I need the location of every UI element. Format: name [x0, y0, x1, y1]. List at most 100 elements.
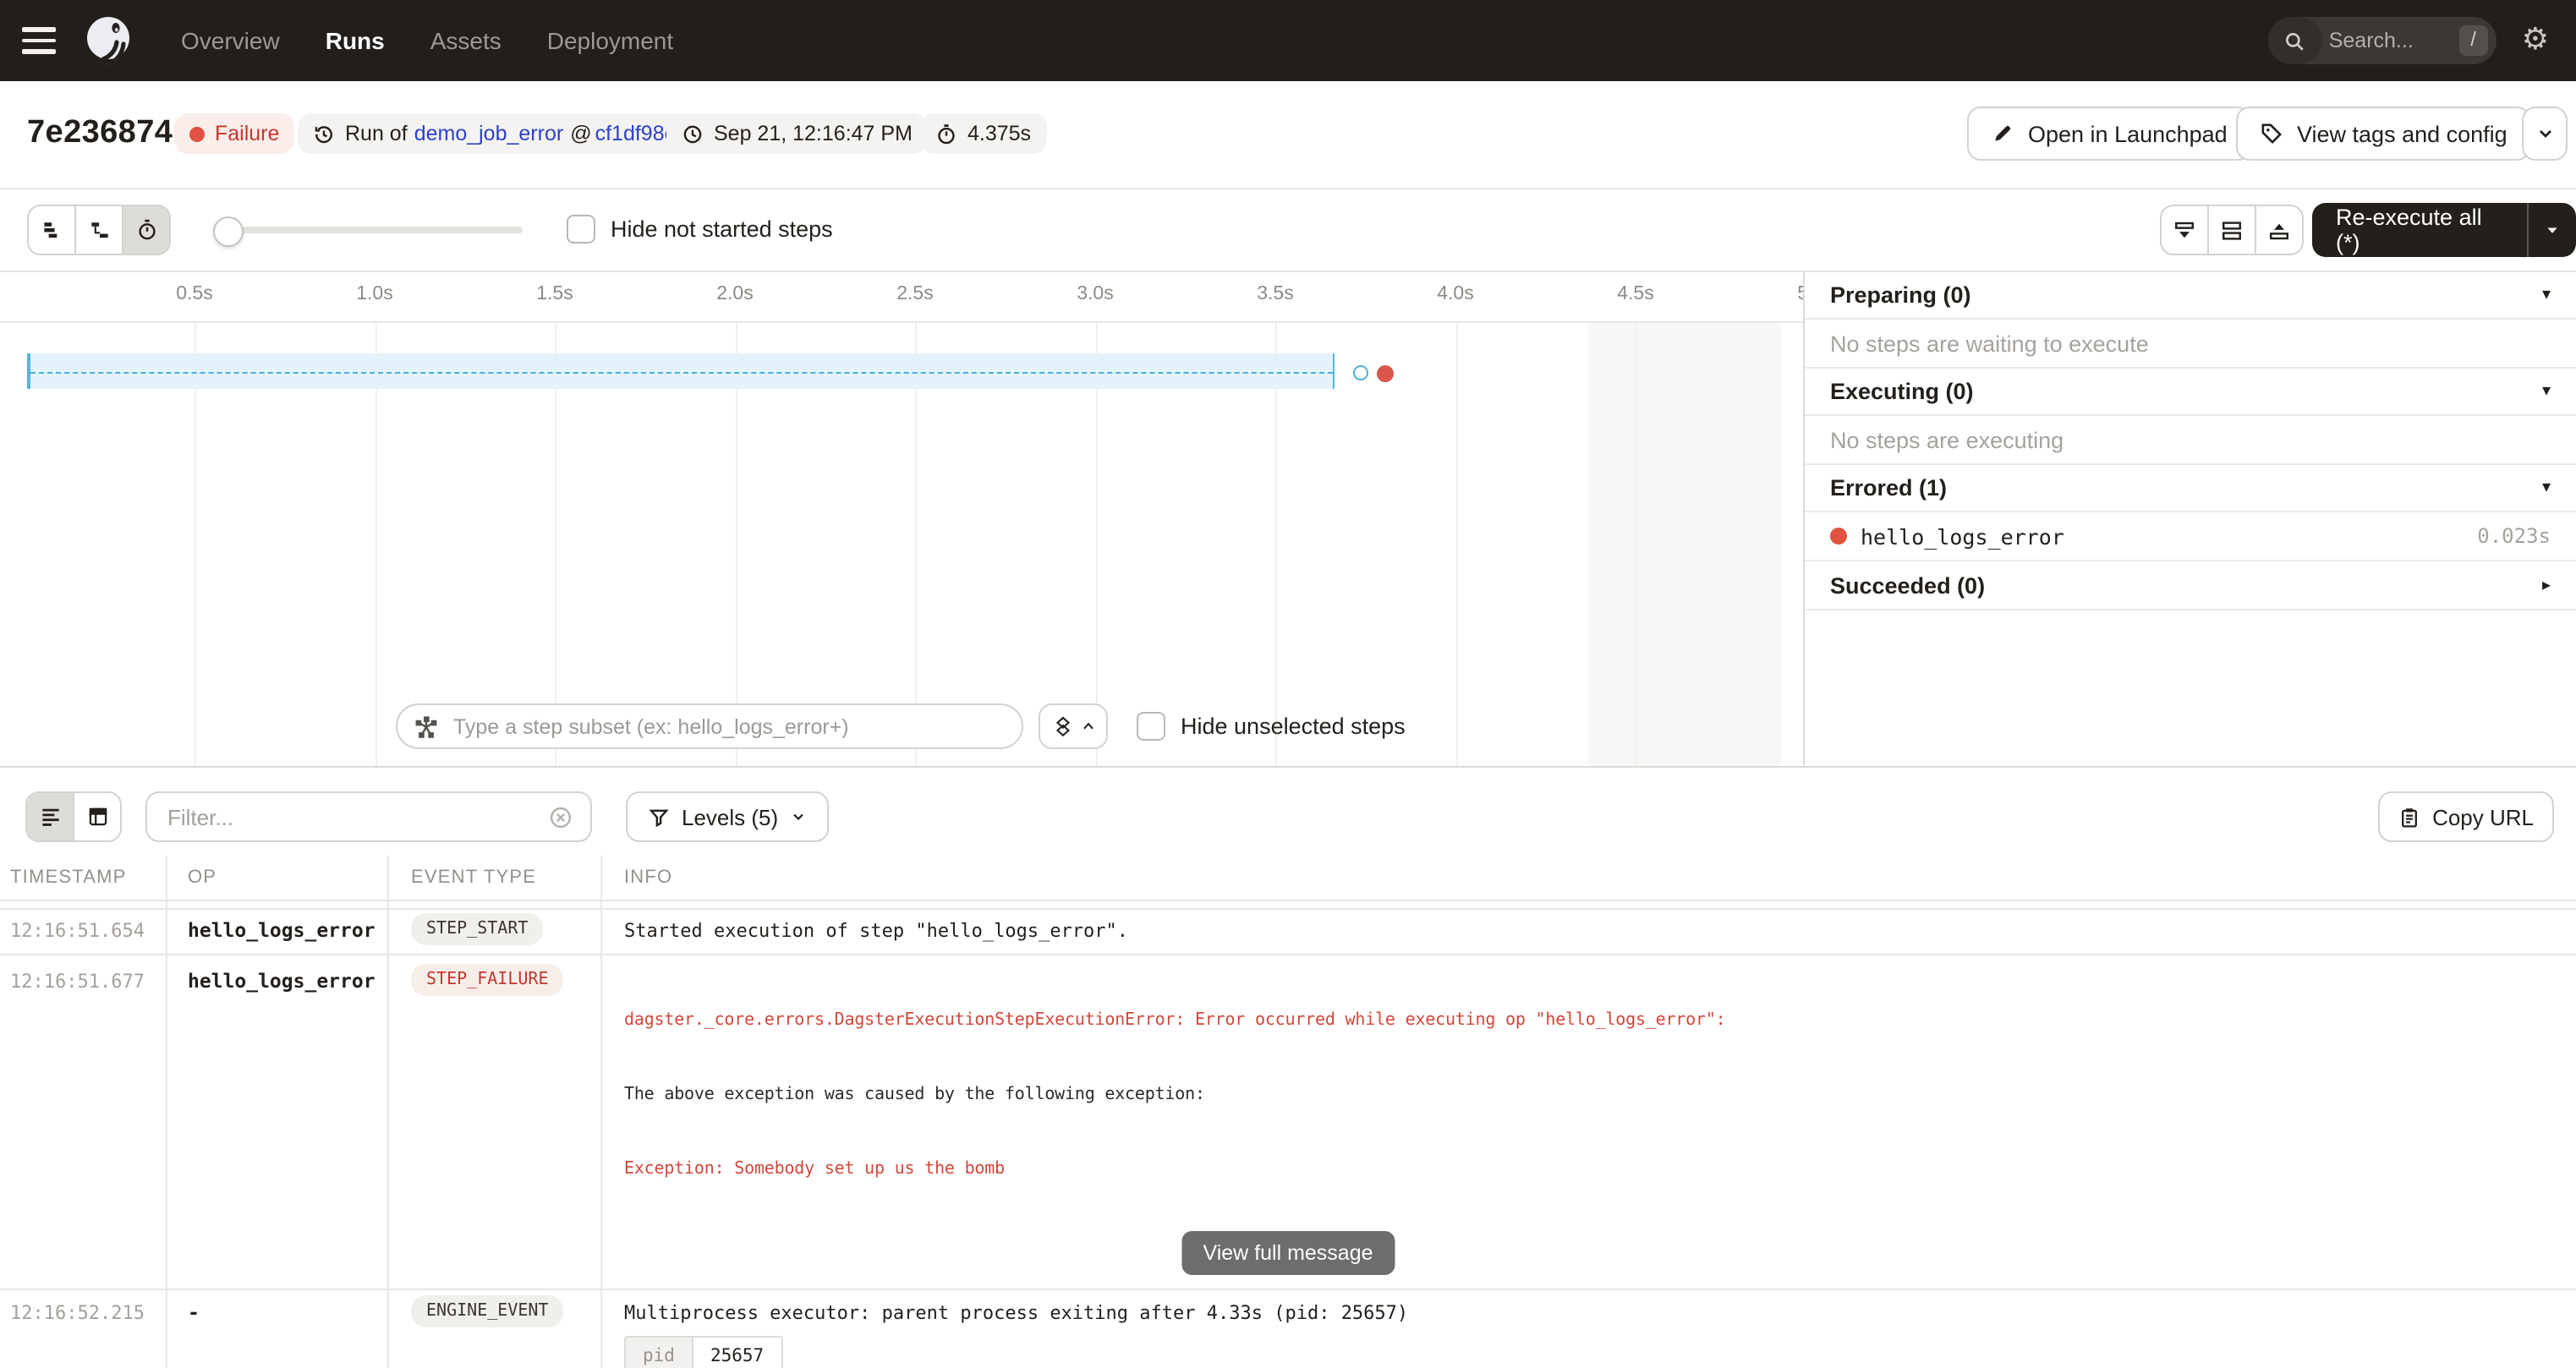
dagster-logo-icon[interactable]	[79, 12, 137, 69]
run-of-tag: Run of demo_job_error @ cf1df98e	[298, 113, 692, 154]
search-input[interactable]	[2322, 29, 2459, 52]
job-link[interactable]: demo_job_error	[414, 122, 564, 145]
logs-section: Levels (5) Copy URL TIMESTAMP OP EVENT T…	[0, 766, 2576, 1368]
nav-item-runs[interactable]: Runs	[326, 27, 385, 54]
gear-icon[interactable]: ⚙	[2522, 25, 2549, 56]
column-divider	[165, 856, 167, 1368]
view-tags-config-button[interactable]: View tags and config	[2236, 107, 2531, 161]
hide-unselected-label: Hide unselected steps	[1181, 714, 1406, 739]
axis-tick: 1.0s	[356, 284, 393, 304]
axis-tick: 5.0s	[1797, 284, 1803, 304]
unstructured-logs-icon[interactable]	[27, 793, 74, 840]
nav-links: Overview Runs Assets Deployment	[181, 27, 673, 54]
snapshot-link[interactable]: cf1df98e	[595, 122, 677, 145]
col-info: INFO	[624, 867, 672, 888]
timed-view-icon[interactable]	[123, 206, 169, 254]
page-title: 7e236874	[27, 115, 173, 152]
collapse-up-icon[interactable]	[2256, 206, 2302, 254]
levels-filter-button[interactable]: Levels (5)	[626, 791, 829, 842]
section-errored[interactable]: Errored (1)▾	[1805, 465, 2576, 512]
gantt-chart[interactable]: 0.5s 1.0s 1.5s 2.0s 2.5s 3.0s 3.5s 4.0s …	[0, 272, 1803, 766]
section-executing[interactable]: Executing (0)▾	[1805, 369, 2576, 416]
clock-icon	[682, 123, 704, 145]
re-execute-label: Re-execute all (*)	[2312, 205, 2526, 255]
column-divider	[387, 856, 389, 1368]
step-failure-marker[interactable]	[1377, 364, 1394, 381]
nav-item-assets[interactable]: Assets	[430, 27, 501, 54]
pencil-icon	[1991, 122, 2014, 145]
stopwatch-icon	[935, 123, 957, 145]
axis-tick: 4.5s	[1617, 284, 1654, 304]
log-view-switcher	[25, 791, 122, 842]
errored-step-duration: 0.023s	[2477, 524, 2551, 548]
caret-down-icon: ▾	[2542, 479, 2551, 497]
header-more-button[interactable]	[2522, 107, 2568, 161]
clear-filter-icon[interactable]	[548, 804, 573, 829]
step-subset-input[interactable]	[450, 713, 1005, 740]
step-filter-button[interactable]	[1039, 703, 1108, 749]
search-bar[interactable]: /	[2268, 17, 2497, 64]
funnel-icon	[648, 806, 670, 828]
split-panes-icon[interactable]	[2209, 206, 2256, 254]
col-event-type: EVENT TYPE	[411, 867, 536, 888]
step-waiting-bar[interactable]	[27, 353, 1335, 389]
step-subset-input-wrap	[396, 703, 1023, 749]
axis-tick: 1.5s	[536, 284, 573, 304]
errored-step-name: hello_logs_error	[1861, 523, 2064, 549]
row-divider	[0, 1288, 2576, 1289]
section-succeeded[interactable]: Succeeded (0)▸	[1805, 561, 2576, 610]
collapse-down-icon[interactable]	[2162, 206, 2209, 254]
copy-url-button[interactable]: Copy URL	[2378, 791, 2554, 842]
axis-tick: 0.5s	[176, 284, 213, 304]
zoom-slider[interactable]	[213, 227, 523, 233]
log-line: Exception: Somebody set up us the bomb	[624, 1158, 2569, 1183]
col-op: OP	[188, 867, 216, 888]
caret-down-icon: ▾	[2542, 382, 2551, 401]
chevron-down-icon	[2535, 123, 2555, 144]
search-shortcut-key: /	[2458, 25, 2487, 56]
section-preparing[interactable]: Preparing (0)▾	[1805, 272, 2576, 320]
event-type-badge: ENGINE_EVENT	[411, 1295, 564, 1327]
zoom-slider-handle[interactable]	[213, 216, 244, 247]
chevron-down-icon	[790, 808, 807, 825]
errored-step-row[interactable]: hello_logs_error 0.023s	[1805, 512, 2576, 561]
beyond-run-region	[1588, 323, 1781, 766]
hide-unselected-checkbox[interactable]: Hide unselected steps	[1137, 712, 1406, 741]
axis-tick: 3.5s	[1257, 284, 1294, 304]
event-type-badge: STEP_START	[411, 913, 543, 945]
caret-down-icon	[2544, 222, 2561, 238]
axis-tick: 3.0s	[1077, 284, 1114, 304]
nav-item-overview[interactable]: Overview	[181, 27, 280, 54]
log-line: The above exception was caused by the fo…	[624, 1084, 2569, 1108]
waterfall-view-icon[interactable]	[76, 206, 123, 254]
caret-right-icon: ▸	[2542, 576, 2551, 594]
re-execute-dropdown[interactable]	[2526, 203, 2576, 257]
clipboard-icon	[2398, 806, 2420, 828]
checkbox-icon[interactable]	[1137, 712, 1165, 741]
open-in-launchpad-button[interactable]: Open in Launchpad	[1967, 107, 2251, 161]
step-start-marker[interactable]	[1353, 365, 1368, 380]
search-icon	[2268, 17, 2322, 64]
axis-tick: 4.0s	[1437, 284, 1474, 304]
run-page: Overview Runs Assets Deployment / ⚙ 7e23…	[0, 0, 2576, 1368]
view-full-message-button[interactable]: View full message	[1181, 1231, 1395, 1275]
metadata-value: 25657	[693, 1338, 781, 1368]
log-line: dagster._core.errors.DagsterExecutionSte…	[624, 1010, 2569, 1034]
op-selector-icon	[414, 714, 438, 738]
structured-logs-icon[interactable]	[74, 793, 120, 840]
start-time-tag: Sep 21, 12:16:47 PM	[666, 113, 928, 154]
re-execute-all-button[interactable]: Re-execute all (*)	[2312, 203, 2576, 257]
top-nav: Overview Runs Assets Deployment / ⚙	[0, 0, 2576, 81]
preparing-empty-row: No steps are waiting to execute	[1805, 320, 2576, 369]
flat-view-icon[interactable]	[29, 206, 76, 254]
checkbox-icon[interactable]	[567, 215, 595, 244]
log-filter-input[interactable]	[164, 802, 548, 831]
menu-icon[interactable]	[22, 27, 56, 54]
axis-line	[0, 321, 1803, 323]
partial-row	[0, 900, 2576, 910]
failure-dot-icon	[189, 126, 205, 141]
log-filter-wrap	[145, 791, 592, 842]
log-table-header: TIMESTAMP OP EVENT TYPE INFO	[0, 856, 2576, 901]
nav-item-deployment[interactable]: Deployment	[547, 27, 673, 54]
hide-not-started-checkbox[interactable]: Hide not started steps	[567, 215, 833, 244]
